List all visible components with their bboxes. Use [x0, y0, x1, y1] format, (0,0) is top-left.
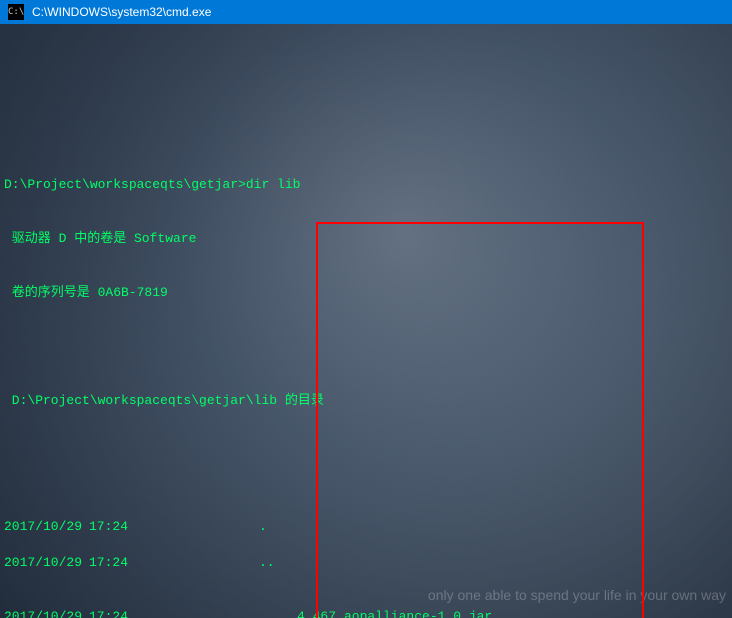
entry-date: 2017/10/29 — [4, 608, 89, 618]
list-item: 2017/10/2917:24 4,467aopalliance-1.0.jar — [4, 608, 728, 618]
blank-line — [4, 338, 728, 356]
entry-name: .. — [259, 554, 275, 572]
entry-time: 17:24 — [89, 518, 149, 536]
command-prompt-window: C:\ C:\WINDOWS\system32\cmd.exe only one… — [0, 0, 732, 618]
volume-line: 驱动器 D 中的卷是 Software — [4, 230, 728, 248]
cmd-icon: C:\ — [8, 4, 24, 20]
entry-time: 17:24 — [89, 554, 149, 572]
terminal-output: D:\Project\workspaceqts\getjar>dir lib 驱… — [4, 140, 728, 618]
entry-time: 17:24 — [89, 608, 149, 618]
entry-date: 2017/10/29 — [4, 518, 89, 536]
entry-size: 4,467 — [234, 608, 344, 618]
prompt-line: D:\Project\workspaceqts\getjar>dir lib — [4, 176, 728, 194]
directory-line: D:\Project\workspaceqts\getjar\lib 的目录 — [4, 392, 728, 410]
entry-date: 2017/10/29 — [4, 554, 89, 572]
blank-line — [4, 446, 728, 464]
entry-name: aopalliance-1.0.jar — [344, 608, 492, 618]
list-item: 2017/10/2917:24 .. — [4, 536, 728, 572]
prompt-path: D:\Project\workspaceqts\getjar> — [4, 177, 246, 192]
terminal-area[interactable]: only one able to spend your life in your… — [0, 24, 732, 618]
dir-entries: 2017/10/2917:24 .2017/10/2917:24 .. — [4, 500, 728, 572]
list-item: 2017/10/2917:24 . — [4, 500, 728, 536]
serial-line: 卷的序列号是 0A6B-7819 — [4, 284, 728, 302]
window-title: C:\WINDOWS\system32\cmd.exe — [32, 5, 211, 19]
entry-name: . — [259, 518, 267, 536]
titlebar[interactable]: C:\ C:\WINDOWS\system32\cmd.exe — [0, 0, 732, 24]
dir-marker: .. — [149, 536, 234, 572]
file-entries: 2017/10/2917:24 4,467aopalliance-1.0.jar2… — [4, 608, 728, 618]
dir-marker: . — [149, 500, 234, 536]
prompt-command: dir lib — [246, 177, 301, 192]
